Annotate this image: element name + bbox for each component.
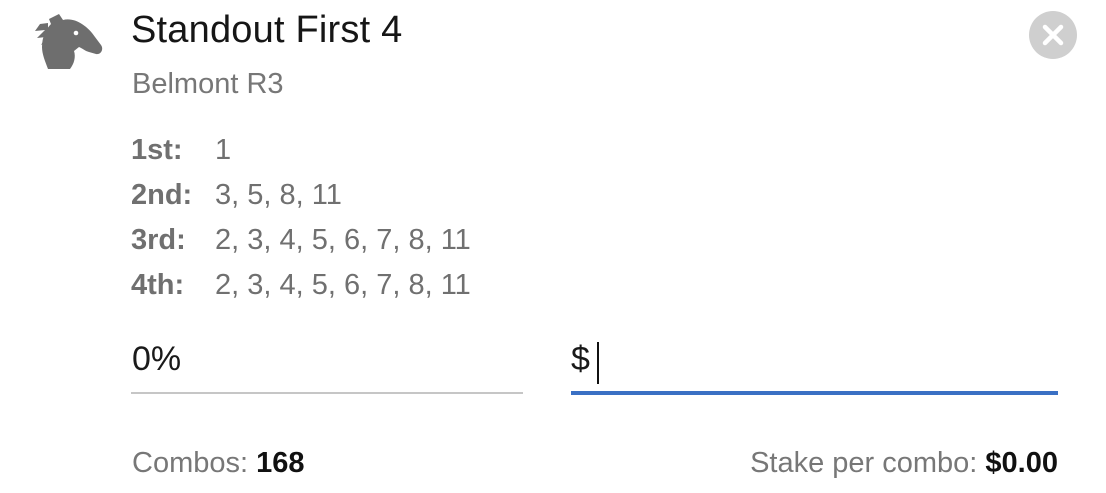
selection-row-1st: 1st: 1: [131, 128, 471, 173]
selection-label: 2nd:: [131, 179, 193, 211]
selection-runners: 1: [215, 134, 232, 166]
selection-runners: 3, 5, 8, 11: [215, 179, 342, 211]
combos-value: 168: [256, 447, 305, 479]
combos-label: Combos:: [132, 447, 249, 479]
stake-amount-input[interactable]: $: [571, 330, 1058, 395]
selection-row-4th: 4th: 2, 3, 4, 5, 6, 7, 8, 11: [131, 263, 471, 308]
percent-input[interactable]: 0%: [131, 330, 523, 394]
selection-runners: 2, 3, 4, 5, 6, 7, 8, 11: [215, 269, 471, 301]
text-cursor: [597, 342, 599, 384]
selections-list: 1st: 1 2nd: 3, 5, 8, 11 3rd: 2, 3, 4, 5,…: [131, 128, 471, 308]
selection-row-2nd: 2nd: 3, 5, 8, 11: [131, 173, 471, 218]
race-name: Belmont R3: [132, 68, 284, 100]
selection-label: 1st:: [131, 134, 183, 166]
close-button[interactable]: [1029, 11, 1077, 59]
currency-prefix: $: [571, 340, 590, 378]
percent-value: 0%: [132, 340, 182, 378]
stake-value: $0.00: [985, 447, 1058, 479]
bet-title: Standout First 4: [131, 9, 403, 51]
stake-summary: Stake per combo: $0.00: [750, 447, 1058, 480]
close-icon: [1042, 24, 1064, 46]
selection-row-3rd: 3rd: 2, 3, 4, 5, 6, 7, 8, 11: [131, 218, 471, 263]
stake-label: Stake per combo:: [750, 447, 978, 479]
selection-runners: 2, 3, 4, 5, 6, 7, 8, 11: [215, 224, 471, 256]
selection-label: 3rd:: [131, 224, 186, 256]
selection-label: 4th:: [131, 269, 185, 301]
combos-summary: Combos: 168: [132, 447, 305, 480]
horse-head-icon: [34, 14, 104, 70]
